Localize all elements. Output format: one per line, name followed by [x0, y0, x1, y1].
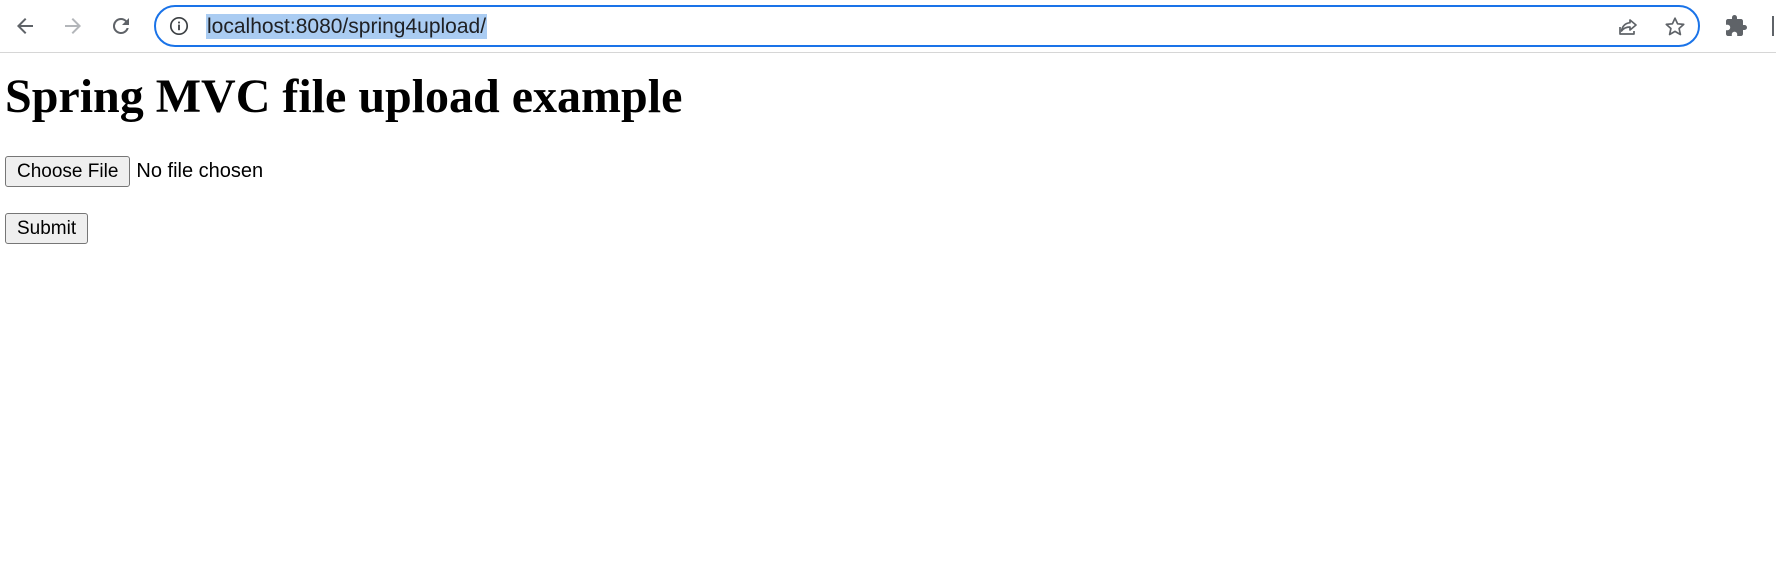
- puzzle-piece-icon[interactable]: [1724, 14, 1748, 38]
- url-text[interactable]: localhost:8080/spring4upload/: [206, 14, 488, 39]
- back-button[interactable]: [7, 8, 43, 44]
- page-content: Spring MVC file upload example Choose Fi…: [0, 53, 1776, 568]
- share-icon[interactable]: [1616, 15, 1640, 39]
- forward-arrow-icon: [65, 18, 81, 34]
- side-panel-edge[interactable]: [1772, 16, 1774, 36]
- reload-button[interactable]: [103, 8, 139, 44]
- star-icon[interactable]: [1663, 15, 1687, 39]
- submit-button[interactable]: Submit: [5, 213, 89, 244]
- file-status: No file chosen: [136, 159, 264, 182]
- submit-row: Submit: [5, 213, 89, 244]
- reload-icon: [112, 17, 129, 34]
- file-input[interactable]: Choose File No file chosen: [5, 155, 263, 187]
- info-icon[interactable]: [169, 16, 189, 36]
- forward-button[interactable]: [55, 8, 91, 44]
- back-arrow-icon: [17, 18, 33, 34]
- page-title: Spring MVC file upload example: [5, 70, 683, 123]
- browser-toolbar: localhost:8080/spring4upload/: [0, 0, 1776, 53]
- choose-file-button[interactable]: Choose File: [5, 155, 131, 187]
- address-bar[interactable]: localhost:8080/spring4upload/: [154, 5, 1700, 47]
